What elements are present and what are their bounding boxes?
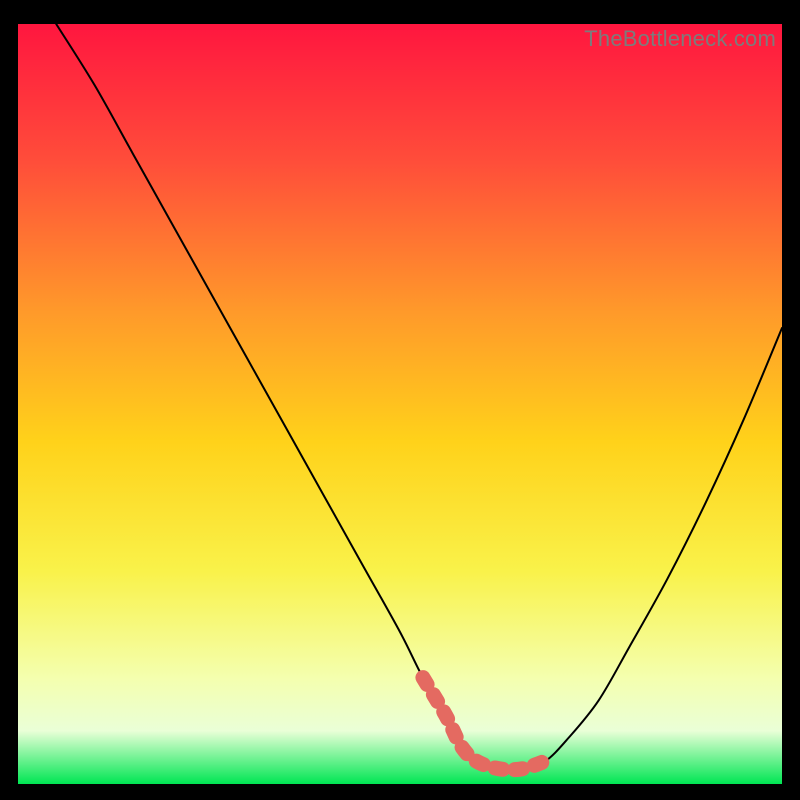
chart-frame: TheBottleneck.com bbox=[18, 24, 782, 784]
gradient-background bbox=[18, 24, 782, 784]
watermark-label: TheBottleneck.com bbox=[584, 26, 776, 52]
bottleneck-chart bbox=[18, 24, 782, 784]
